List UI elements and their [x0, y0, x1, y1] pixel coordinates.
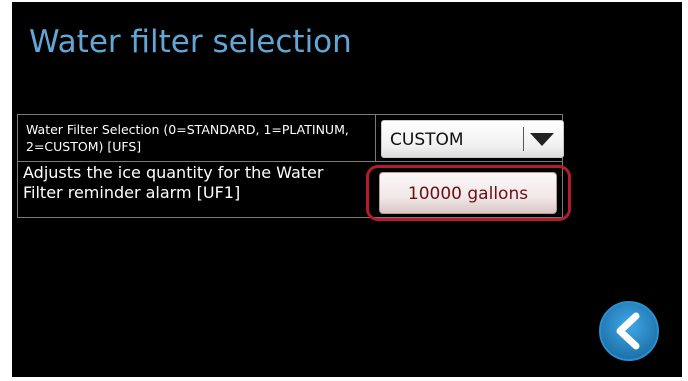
reminder-alarm-label: Adjusts the ice quantity for the Water F… — [18, 162, 376, 217]
setting-row-filter-selection: Water Filter Selection (0=STANDARD, 1=PL… — [17, 114, 564, 162]
filter-selection-label: Water Filter Selection (0=STANDARD, 1=PL… — [18, 115, 376, 161]
filter-selection-dropdown[interactable]: CUSTOM — [381, 120, 564, 158]
filter-selection-value: CUSTOM — [390, 130, 464, 150]
page-title: Water filter selection — [29, 24, 352, 60]
back-button[interactable] — [598, 300, 660, 362]
panel-screen: Water filter selection Water Filter Sele… — [12, 2, 682, 377]
dropdown-divider — [523, 127, 524, 151]
reminder-alarm-label-line1: Adjusts the ice quantity for the Water — [23, 163, 324, 182]
gallons-value-label: 10000 gallons — [407, 184, 529, 204]
reminder-alarm-label-line2: Filter reminder alarm [UF1] — [23, 183, 241, 202]
gallons-value-button[interactable]: 10000 gallons — [379, 172, 557, 214]
chevron-left-icon — [599, 301, 659, 361]
chevron-down-icon — [530, 133, 554, 146]
